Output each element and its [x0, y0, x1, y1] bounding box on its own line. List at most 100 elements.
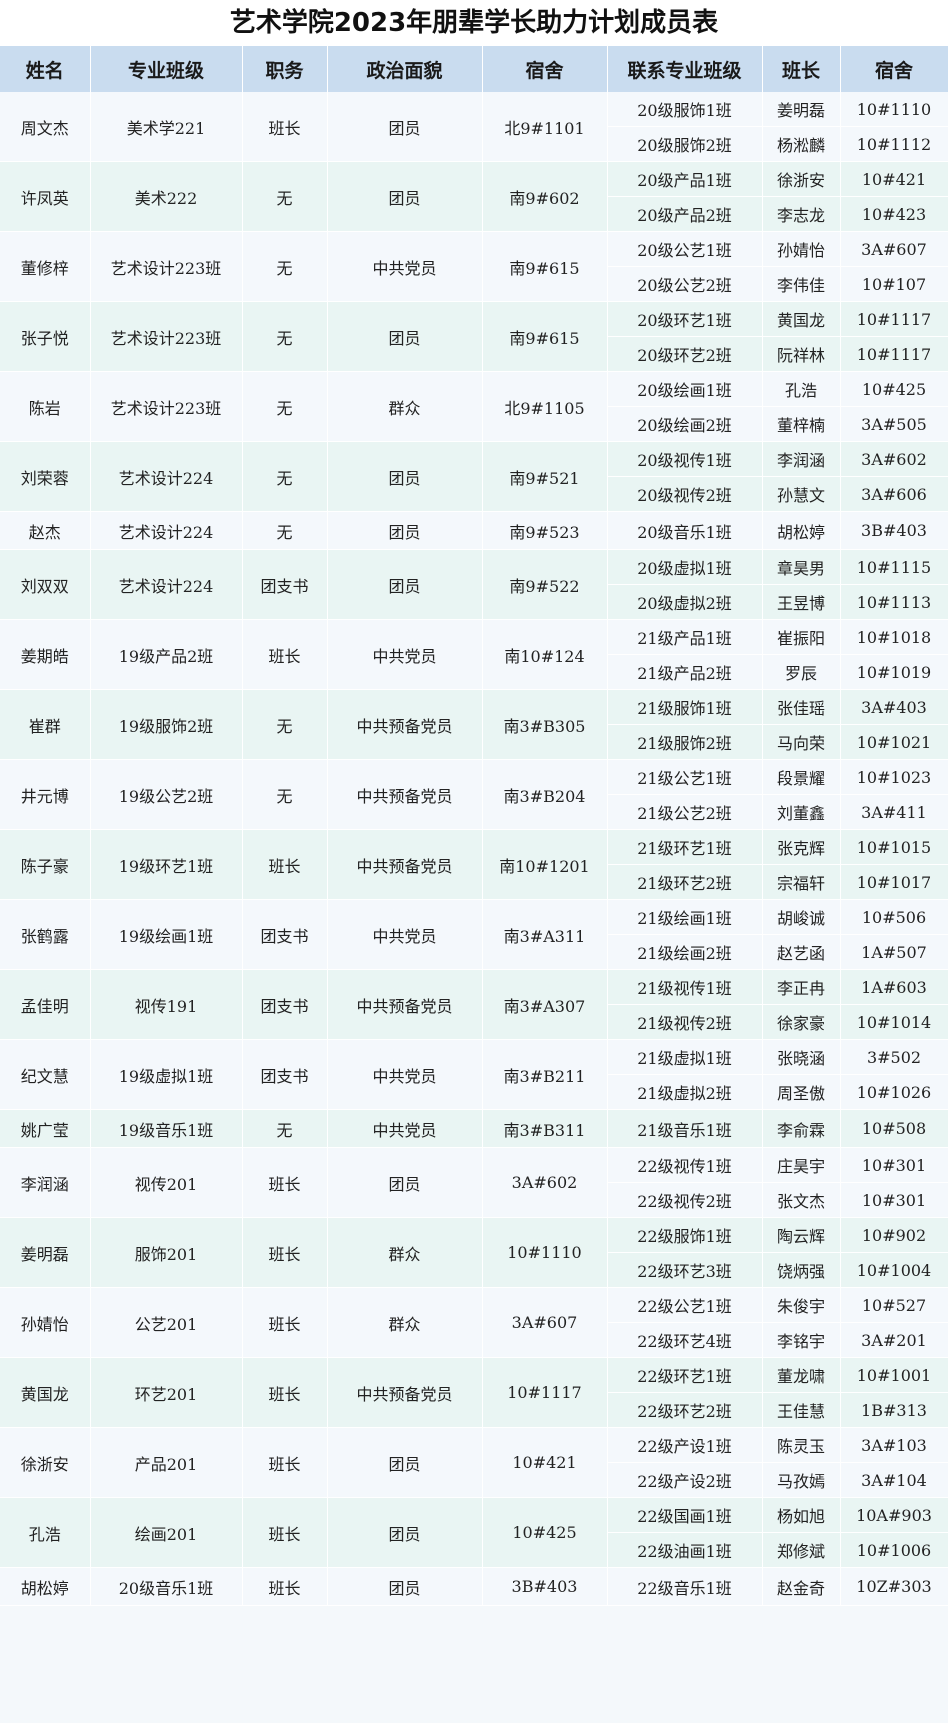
- cell-monitor-dorm: 10A#903: [840, 1497, 948, 1533]
- cell-political: 中共预备党员: [327, 689, 483, 760]
- cell-monitor-dorm: 10#1001: [840, 1357, 948, 1393]
- cell-political: 中共党员: [327, 231, 483, 302]
- table-row: 周文杰 美术学221 班长 团员 北9#1101 20级服饰1班 姜明磊 10#1110: [0, 92, 948, 162]
- table-row: 李润涵 视传201 班长 团员 3A#602 22级视传1班 庄昊宇 10#301: [0, 1147, 948, 1218]
- cell-dorm: 3B#403: [482, 1567, 608, 1606]
- cell-political: 群众: [327, 1217, 483, 1288]
- cell-name: 孔浩: [0, 1497, 91, 1568]
- cell-dorm: 南9#521: [482, 441, 608, 512]
- cell-name: 姜明磊: [0, 1217, 91, 1288]
- cell-name: 井元博: [0, 759, 91, 830]
- cell-political: 中共预备党员: [327, 759, 483, 830]
- header-monitor: 班长: [762, 46, 841, 92]
- cell-name: 陈岩: [0, 371, 91, 442]
- cell-contact-class: 21级绘画2班: [607, 934, 763, 970]
- cell-contact-class: 22级环艺4班: [607, 1322, 763, 1358]
- cell-contact-class: 21级视传1班: [607, 969, 763, 1005]
- cell-major: 19级绘画1班: [90, 899, 243, 970]
- cell-monitor-dorm: 3A#607: [840, 231, 948, 267]
- cell-monitor-dorm: 10#1117: [840, 301, 948, 337]
- cell-major: 环艺201: [90, 1357, 243, 1428]
- cell-political: 中共党员: [327, 899, 483, 970]
- table-row: 刘双双 艺术设计224 团支书 团员 南9#522 20级虚拟1班 章昊男 10#1115: [0, 549, 948, 620]
- cell-monitor-dorm: 10#508: [840, 1109, 948, 1148]
- cell-dorm: 10#421: [482, 1427, 608, 1498]
- cell-contact-class: 21级虚拟1班: [607, 1039, 763, 1075]
- table-body: 周文杰 美术学221 班长 团员 北9#1101 20级服饰1班 姜明磊 10#1110 20级…: [0, 92, 948, 1606]
- cell-monitor: 朱俊宇: [762, 1287, 841, 1323]
- table-row: 张鹤露 19级绘画1班 团支书 中共党员 南3#A311 21级绘画1班 胡峻诚 10#506: [0, 899, 948, 970]
- cell-dorm: 南10#124: [482, 619, 608, 690]
- cell-major: 20级音乐1班: [90, 1567, 243, 1606]
- cell-major: 美术222: [90, 161, 243, 232]
- cell-contact-class: 21级服饰1班: [607, 689, 763, 725]
- header-monitor-dorm: 宿舍: [840, 46, 948, 92]
- cell-monitor-dorm: 10#425: [840, 371, 948, 407]
- table-row: 崔群 19级服饰2班无中共预备党员 南3#B305 21级服饰1班 张佳瑶 3A#403: [0, 689, 948, 760]
- cell-monitor-dorm: 10#527: [840, 1287, 948, 1323]
- cell-monitor-dorm: 3B#403: [840, 511, 948, 550]
- cell-name: 赵杰: [0, 511, 91, 550]
- cell-contact-class: 20级公艺1班: [607, 231, 763, 267]
- cell-name: 姚广莹: [0, 1109, 91, 1148]
- cell-name: 董修梓: [0, 231, 91, 302]
- table-row: 许凤英 美术222 无团员 南9#602 20级产品1班 徐浙安 10#421: [0, 161, 948, 232]
- cell-monitor: 董龙啸: [762, 1357, 841, 1393]
- cell-role: 班长: [242, 829, 328, 900]
- cell-contact-class: 20级虚拟2班: [607, 584, 763, 620]
- cell-contact-class: 22级视传1班: [607, 1147, 763, 1183]
- cell-monitor-dorm: 10#1019: [840, 654, 948, 690]
- table-row: 董修梓 艺术设计223班无中共党员 南9#615 20级公艺1班 孙婧怡 3A#607: [0, 231, 948, 302]
- cell-monitor-dorm: 10#1026: [840, 1074, 948, 1110]
- cell-contact-class: 21级视传2班: [607, 1004, 763, 1040]
- table-row: 徐浙安 产品201 班长 团员 10#421 22级产设1班 陈灵玉 3A#103: [0, 1427, 948, 1498]
- cell-dorm: 南3#B311: [482, 1109, 608, 1148]
- cell-role: 班长: [242, 1217, 328, 1288]
- cell-political: 团员: [327, 1147, 483, 1218]
- cell-dorm: 南9#523: [482, 511, 608, 550]
- cell-monitor: 赵金奇: [762, 1567, 841, 1606]
- cell-major: 艺术设计223班: [90, 231, 243, 302]
- table-row: 孙婧怡 公艺201 班长 群众 3A#607 22级公艺1班 朱俊宇 10#527: [0, 1287, 948, 1358]
- cell-contact-class: 22级国画1班: [607, 1497, 763, 1533]
- cell-monitor-dorm: 10#301: [840, 1182, 948, 1218]
- cell-monitor: 李俞霖: [762, 1109, 841, 1148]
- cell-major: 视传201: [90, 1147, 243, 1218]
- cell-monitor-dorm: 10#421: [840, 161, 948, 197]
- cell-monitor-dorm: 10#1021: [840, 724, 948, 760]
- table-row: 孔浩 绘画201 班长 团员 10#425 22级国画1班 杨如旭 10A#903: [0, 1497, 948, 1568]
- cell-major: 19级环艺1班: [90, 829, 243, 900]
- cell-political: 团员: [327, 1427, 483, 1498]
- cell-monitor-dorm: 3A#505: [840, 406, 948, 442]
- cell-political: 团员: [327, 1567, 483, 1606]
- cell-monitor: 张晓涵: [762, 1039, 841, 1075]
- cell-name: 崔群: [0, 689, 91, 760]
- cell-monitor-dorm: 3A#201: [840, 1322, 948, 1358]
- cell-contact-class: 21级虚拟2班: [607, 1074, 763, 1110]
- cell-major: 艺术设计223班: [90, 371, 243, 442]
- cell-dorm: 3A#607: [482, 1287, 608, 1358]
- cell-role: 团支书: [242, 899, 328, 970]
- cell-role: 班长: [242, 1357, 328, 1428]
- cell-contact-class: 21级服饰2班: [607, 724, 763, 760]
- cell-role: 无: [242, 301, 328, 372]
- cell-monitor-dorm: 10#1113: [840, 584, 948, 620]
- table-row: 黄国龙 环艺201 班长 中共预备党员 10#1117 22级环艺1班 董龙啸 10#1001: [0, 1357, 948, 1428]
- cell-dorm: 南3#A311: [482, 899, 608, 970]
- cell-monitor: 张佳瑶: [762, 689, 841, 725]
- header-contact-class: 联系专业班级: [607, 46, 763, 92]
- cell-monitor: 赵艺函: [762, 934, 841, 970]
- table-row: 姚广莹 19级音乐1班无中共党员 南3#B311 21级音乐1班 李俞霖 10#508: [0, 1109, 948, 1148]
- cell-monitor: 黄国龙: [762, 301, 841, 337]
- page-title: 艺术学院2023年朋辈学长助力计划成员表: [0, 0, 948, 46]
- cell-contact-class: 22级油画1班: [607, 1532, 763, 1568]
- table-row: 赵杰 艺术设计224 无团员 南9#523 20级音乐1班 胡松婷 3B#403: [0, 511, 948, 550]
- cell-major: 艺术设计223班: [90, 301, 243, 372]
- cell-monitor: 阮祥林: [762, 336, 841, 372]
- cell-monitor: 张克辉: [762, 829, 841, 865]
- cell-name: 周文杰: [0, 92, 91, 162]
- cell-name: 孙婧怡: [0, 1287, 91, 1358]
- cell-monitor: 马孜嫣: [762, 1462, 841, 1498]
- cell-monitor: 杨如旭: [762, 1497, 841, 1533]
- cell-name: 胡松婷: [0, 1567, 91, 1606]
